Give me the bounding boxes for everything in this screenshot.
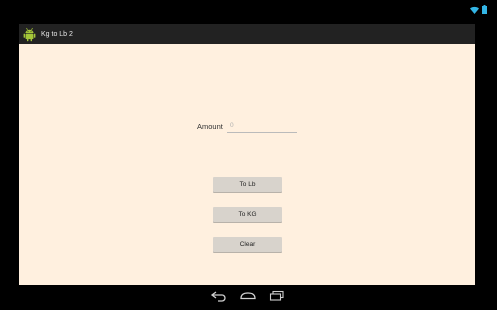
app-title: Kg to Lb 2 — [41, 30, 73, 38]
to-lb-button[interactable]: To Lb — [213, 177, 282, 192]
status-icons — [470, 5, 487, 14]
recents-icon[interactable] — [268, 289, 286, 307]
converter-form: Amount To Lb To KG Clear — [19, 44, 475, 285]
back-icon[interactable] — [210, 289, 228, 307]
status-bar — [0, 0, 497, 24]
navigation-bar — [0, 285, 497, 310]
app-screen: Kg to Lb 2 Amount To Lb To KG Clear — [19, 24, 475, 285]
amount-input[interactable] — [227, 119, 297, 133]
battery-icon — [482, 5, 487, 14]
clear-button[interactable]: Clear — [213, 237, 282, 252]
android-icon — [22, 27, 37, 42]
wifi-icon — [470, 6, 479, 14]
to-kg-button[interactable]: To KG — [213, 207, 282, 222]
action-bar: Kg to Lb 2 — [19, 24, 475, 44]
home-icon[interactable] — [239, 289, 257, 307]
amount-label: Amount — [197, 122, 223, 131]
